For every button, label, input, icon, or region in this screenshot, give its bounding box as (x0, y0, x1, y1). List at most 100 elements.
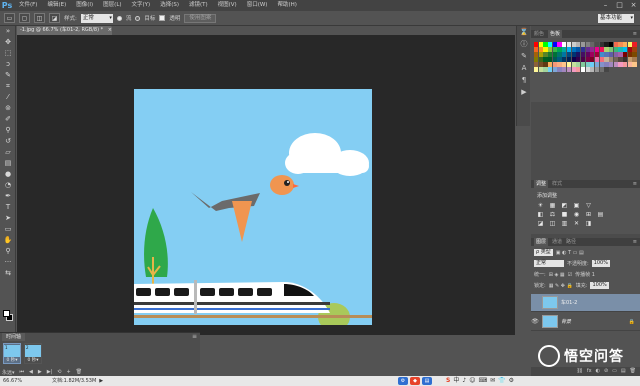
color-swatch[interactable] (590, 57, 595, 62)
layer-name[interactable]: 车01-2 (561, 299, 577, 306)
path-select-tool-icon[interactable]: ➤ (0, 213, 16, 224)
menu-view[interactable]: 视图(V) (213, 0, 242, 11)
color-swatch[interactable] (585, 42, 590, 47)
color-swatch[interactable] (618, 42, 623, 47)
subtract-selection-icon[interactable]: ◪ (49, 13, 60, 23)
tab-channels[interactable]: 通道 (552, 238, 562, 246)
menu-help[interactable]: 帮助(H) (272, 0, 301, 11)
maximize-button[interactable]: □ (615, 1, 624, 10)
color-swatch[interactable] (576, 42, 581, 47)
color-swatch[interactable] (604, 52, 609, 57)
character-panel-icon[interactable]: A (517, 62, 531, 74)
lock-icons[interactable]: ▦ ✎ ✥ 🔒 (549, 283, 573, 289)
use-pattern-button[interactable]: 使用图案 (184, 13, 217, 23)
first-frame-icon[interactable]: ⏮ (20, 369, 25, 375)
color-swatch[interactable] (566, 42, 571, 47)
color-swatch[interactable] (548, 57, 553, 62)
color-swatch[interactable] (576, 67, 581, 73)
color-swatch[interactable] (609, 62, 614, 67)
color-swatch[interactable] (562, 52, 567, 57)
color-swatch[interactable] (599, 67, 604, 73)
menu-filter[interactable]: 滤镜(T) (184, 0, 213, 11)
hue-saturation-icon[interactable]: ◧ (537, 211, 544, 218)
color-lookup-icon[interactable]: ▤ (597, 211, 604, 218)
black-white-icon[interactable]: ■ (561, 211, 568, 218)
color-swatch[interactable] (548, 47, 553, 52)
color-swatch[interactable] (580, 47, 586, 52)
timeline-menu-icon[interactable]: ≡ (192, 333, 197, 340)
menu-select[interactable]: 选择(S) (155, 0, 184, 11)
color-swatch[interactable] (623, 42, 628, 47)
color-swatch[interactable] (585, 47, 590, 52)
color-swatch[interactable] (552, 42, 557, 47)
color-swatch[interactable] (623, 62, 628, 67)
photo-filter-icon[interactable]: ◉ (573, 211, 580, 218)
color-swatch[interactable] (623, 52, 628, 57)
workspace-select[interactable]: 基本功能 (598, 14, 634, 23)
transparent-checkbox[interactable] (159, 15, 166, 21)
color-swatch[interactable] (557, 62, 562, 67)
swap-colors-icon[interactable]: ⇆ (0, 268, 16, 279)
color-swatch[interactable] (580, 42, 586, 47)
color-swatch[interactable] (571, 52, 576, 57)
paragraph-panel-icon[interactable]: ¶ (517, 74, 531, 86)
color-swatch[interactable] (632, 42, 637, 47)
color-swatch[interactable] (538, 57, 543, 62)
color-swatch[interactable] (566, 62, 571, 67)
color-swatch[interactable] (613, 42, 618, 47)
exposure-icon[interactable]: ▣ (573, 202, 580, 209)
hand-tool-icon[interactable]: ✋ (0, 235, 16, 246)
tween-icon[interactable]: ⟲ (57, 369, 61, 375)
status-menu-arrow[interactable]: ▶ (99, 376, 103, 386)
menu-type[interactable]: 文字(Y) (127, 0, 156, 11)
color-swatch[interactable] (618, 57, 623, 62)
color-swatch[interactable] (534, 57, 539, 62)
layer-row[interactable]: 👁 背景 🔒 (531, 313, 640, 331)
adjustment-layer-icon[interactable]: ⊘ (604, 367, 608, 376)
color-swatch[interactable] (552, 57, 557, 62)
layer-kind-filter[interactable]: ρ 类型 (534, 249, 553, 256)
color-swatch[interactable] (604, 67, 609, 73)
color-swatch[interactable] (632, 47, 637, 52)
menu-window[interactable]: 窗口(W) (242, 0, 273, 11)
color-swatch[interactable] (585, 52, 590, 57)
properties-panel-icon[interactable]: ⓘ (517, 38, 531, 50)
color-swatch[interactable] (557, 57, 562, 62)
blend-mode-select[interactable]: 正常 (534, 260, 564, 267)
color-swatch[interactable] (548, 52, 553, 57)
color-swatch[interactable] (585, 62, 590, 67)
color-swatch[interactable] (562, 67, 567, 73)
swatches-menu-icon[interactable]: ≡ (633, 31, 637, 37)
color-swatch[interactable] (571, 42, 576, 47)
color-swatch[interactable] (604, 42, 609, 47)
pen-tool-icon[interactable]: ✒ (0, 191, 16, 202)
brush-panel-icon[interactable]: ✎ (517, 50, 531, 62)
color-swatch[interactable] (552, 62, 557, 67)
brightness-icon[interactable]: ☀ (537, 202, 544, 209)
color-swatch[interactable] (590, 62, 595, 67)
link-layers-icon[interactable]: ⛓ (577, 367, 583, 376)
stamp-tool-icon[interactable]: ⚲ (0, 125, 16, 136)
document-tab[interactable]: -1.jpg @ 66.7% (车01-2, RGB/8) * × (17, 26, 112, 35)
color-swatch[interactable] (562, 42, 567, 47)
eye-icon[interactable]: 👁 (531, 318, 539, 325)
history-brush-icon[interactable]: ↺ (0, 136, 16, 147)
gradient-tool-icon[interactable]: ▤ (0, 158, 16, 169)
play-icon[interactable]: ▶ (38, 369, 42, 375)
color-swatch[interactable] (576, 52, 581, 57)
color-swatch[interactable] (609, 57, 614, 62)
delete-layer-icon[interactable]: 🗑 (630, 367, 636, 376)
layer-row[interactable]: 车01-2 (531, 294, 640, 312)
color-swatch[interactable] (594, 52, 600, 57)
color-swatch[interactable] (557, 67, 562, 73)
zoom-level[interactable]: 66.67% (0, 376, 22, 386)
vibrance-icon[interactable]: ▽ (585, 202, 592, 209)
color-swatch[interactable] (590, 47, 595, 52)
layer-name[interactable]: 背景 (561, 318, 571, 325)
color-swatch[interactable] (534, 67, 539, 73)
collapse-tools-icon[interactable]: » (0, 26, 16, 37)
color-swatch[interactable] (534, 47, 539, 52)
color-swatch[interactable] (594, 57, 600, 62)
color-swatch[interactable] (590, 67, 595, 73)
history-panel-icon[interactable]: ⌛ (517, 26, 531, 38)
